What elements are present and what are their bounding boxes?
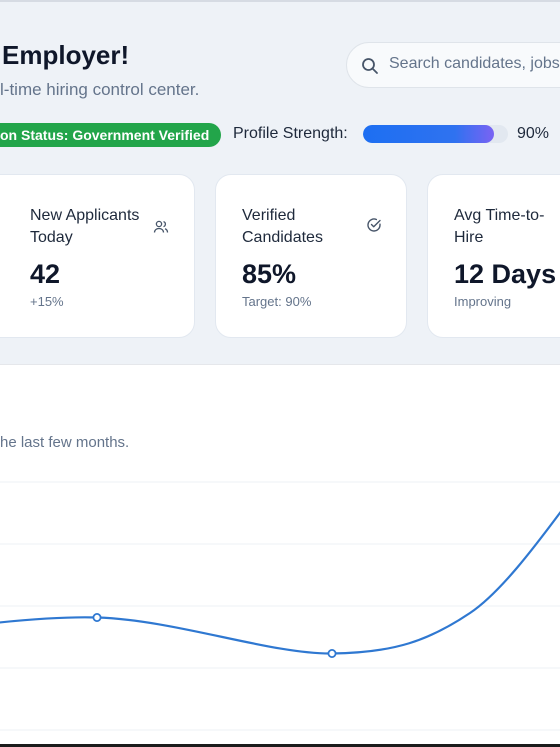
stat-card-value: 42 [30, 259, 61, 289]
stat-card-subtext: +15% [30, 294, 64, 309]
search-box[interactable] [346, 42, 560, 88]
app-frame: Employer! l-time hiring control center. … [0, 0, 560, 744]
profile-strength-value: 90% [517, 125, 550, 142]
search-input[interactable] [389, 55, 560, 73]
stat-card-verified-candidates[interactable]: Verified Candidates 85% Target: 90% [215, 174, 407, 338]
stat-card-subtext: Target: 90% [242, 294, 312, 309]
trend-point[interactable] [92, 612, 102, 622]
page-subtitle: l-time hiring control center. [0, 80, 200, 99]
stat-card-value: 12 Days [454, 259, 557, 289]
panel-divider [0, 364, 560, 365]
hiring-trend-chart [0, 481, 560, 731]
stat-card-title: Verified Candidates [242, 207, 323, 246]
stat-card-subtext: Improving [454, 294, 512, 309]
profile-strength-fill [363, 125, 494, 143]
chart-grid [0, 481, 560, 731]
stat-card-new-applicants[interactable]: New Applicants Today 42 +15% [0, 174, 195, 338]
trend-line [0, 511, 560, 655]
stat-card-avg-time-to-hire[interactable]: Avg Time-to-Hire 12 Days Improving [427, 174, 560, 338]
users-icon [153, 220, 169, 233]
check-circle-icon [367, 218, 381, 232]
trend-point[interactable] [327, 648, 337, 658]
profile-strength-label: Profile Strength: [233, 125, 348, 142]
verification-status-badge: on Status: Government Verified [0, 123, 222, 147]
dashboard-header: Employer! l-time hiring control center. … [0, 0, 560, 364]
page-title: Employer! [2, 40, 130, 70]
stat-card-title: Avg Time-to-Hire [454, 207, 545, 246]
chart-description: he last few months. [0, 434, 130, 451]
profile-strength-bar [363, 125, 508, 143]
stat-card-title: New Applicants Today [30, 207, 140, 246]
search-icon [362, 58, 378, 74]
stat-card-value: 85% [242, 259, 297, 289]
